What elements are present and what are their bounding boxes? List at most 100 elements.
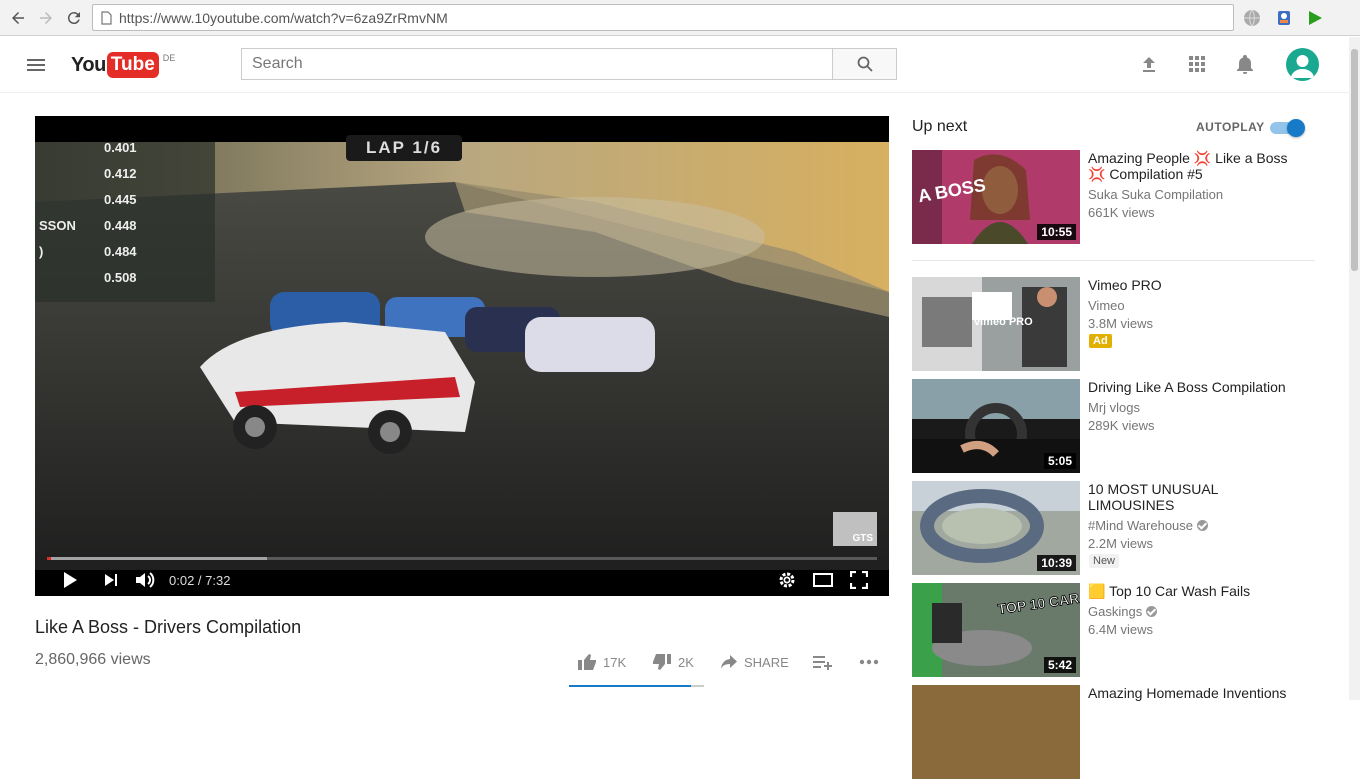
video-duration: 5:42 (1043, 657, 1076, 673)
next-video-icon[interactable] (99, 568, 123, 592)
video-title[interactable]: 10 MOST UNUSUAL LIMOUSINES (1088, 481, 1308, 513)
video-title: Like A Boss - Drivers Compilation (35, 617, 302, 637)
apps-grid-icon[interactable] (1185, 52, 1209, 76)
video-thumbnail[interactable]: A BOSS 10:55 (912, 150, 1080, 244)
share-button[interactable]: SHARE (720, 648, 789, 676)
upload-icon[interactable] (1137, 52, 1161, 76)
toggle-knob (1287, 119, 1305, 137)
channel-name: Vimeo (1088, 298, 1125, 313)
autoplay-toggle[interactable] (1270, 119, 1306, 137)
recommended-video[interactable]: vimeo PRO Vimeo PRO Vimeo 3.8M views Ad (912, 277, 1332, 373)
play-icon[interactable] (58, 568, 82, 592)
recommended-video[interactable]: 10:39 10 MOST UNUSUAL LIMOUSINES #Mind W… (912, 481, 1332, 577)
video-thumbnail[interactable]: 5:05 (912, 379, 1080, 473)
region-code: DE (162, 53, 176, 63)
video-duration: 5:05 (1043, 453, 1076, 469)
scrollbar-thumb[interactable] (1351, 49, 1358, 271)
channel-name: Gaskings (1088, 604, 1158, 619)
search-button[interactable] (832, 48, 897, 80)
video-title[interactable]: 🟨 Top 10 Car Wash Fails (1088, 583, 1308, 599)
gts-watermark: GTS (833, 512, 877, 546)
up-next-heading: Up next (912, 118, 968, 135)
video-duration: 10:55 (1037, 224, 1076, 240)
time-display: 0:02 / 7:32 (169, 573, 231, 588)
address-bar[interactable]: https://www.10youtube.com/watch?v=6za9Zr… (92, 4, 1234, 31)
view-count: 661K views (1088, 205, 1155, 220)
avatar[interactable] (1286, 48, 1319, 81)
dislike-button[interactable]: 2K (652, 648, 694, 676)
reload-icon[interactable] (62, 6, 86, 30)
recommended-video[interactable]: A BOSS 10:55 Amazing People 💢 Like a Bos… (912, 150, 1332, 246)
channel-name-text: Gaskings (1088, 604, 1143, 619)
recommended-video[interactable]: Amazing Homemade Inventions (912, 685, 1332, 781)
thumbnail-image: vimeo PRO (912, 277, 1080, 371)
gap-value: 0.445 (104, 192, 137, 207)
search-icon (857, 56, 873, 72)
player-controls: 0:02 / 7:32 (35, 564, 889, 596)
back-icon[interactable] (6, 6, 30, 30)
channel-name-text: #Mind Warehouse (1088, 518, 1194, 533)
timing-row: 0.445 (35, 192, 145, 218)
settings-gear-icon[interactable] (775, 568, 799, 592)
channel-name: #Mind Warehouse (1088, 518, 1209, 533)
gap-value: 0.448 (104, 218, 137, 233)
globe-icon[interactable] (1242, 8, 1262, 28)
gap-value: 0.412 (104, 166, 137, 181)
video-title[interactable]: Vimeo PRO (1088, 277, 1308, 293)
played-progress (47, 557, 51, 560)
theater-mode-icon[interactable] (811, 568, 835, 592)
forward-icon[interactable] (34, 6, 58, 30)
timing-row: 0.508 (35, 270, 145, 296)
share-label: SHARE (744, 654, 789, 670)
volume-icon[interactable] (134, 568, 158, 592)
url-text: https://www.10youtube.com/watch?v=6za9Zr… (119, 9, 448, 26)
new-badge: New (1089, 554, 1120, 568)
video-title[interactable]: Amazing Homemade Inventions (1088, 685, 1308, 701)
view-count: 2.2M views (1088, 536, 1154, 551)
recommended-video[interactable]: TOP 10 CAR WASH FAILS 5:42 🟨 Top 10 Car … (912, 583, 1332, 679)
video-title[interactable]: Amazing People 💢 Like a Boss 💢 Compilati… (1088, 150, 1308, 182)
thumbnail-text: vimeo PRO (974, 316, 1033, 328)
dislike-count: 2K (678, 654, 694, 670)
video-player[interactable]: LAP 1/6 0.401 0.412 0.445 SSON 0.448) 0.484 0.… (35, 116, 889, 596)
recommended-video[interactable]: 5:05 Driving Like A Boss Compilation Mrj… (912, 379, 1332, 475)
verified-check-icon (1197, 520, 1209, 531)
video-thumbnail[interactable]: TOP 10 CAR WASH FAILS 5:42 (912, 583, 1080, 677)
play-extension-icon[interactable] (1305, 8, 1325, 28)
extension-icon[interactable] (1274, 8, 1294, 28)
timing-tower: 0.401 0.412 0.445 SSON 0.448) 0.484 0.508 (35, 140, 145, 296)
seek-bar[interactable] (47, 557, 877, 560)
video-actions: 17K 2K SHARE (569, 648, 889, 678)
browser-toolbar: https://www.10youtube.com/watch?v=6za9Zr… (0, 0, 1360, 36)
video-duration: 10:39 (1037, 555, 1076, 571)
search-input[interactable] (252, 55, 833, 73)
thumbs-down-icon (653, 654, 671, 670)
timing-row: ) 0.484 (35, 244, 145, 270)
share-arrow-icon (721, 655, 737, 669)
notifications-bell-icon[interactable] (1233, 52, 1257, 76)
page-scrollbar[interactable] (1349, 37, 1360, 700)
youtube-logo[interactable]: You Tube DE (71, 52, 175, 78)
hamburger-menu-icon[interactable] (24, 53, 48, 77)
video-thumbnail[interactable] (912, 685, 1080, 779)
view-count: 2,860,966 views (35, 651, 151, 668)
autoplay-label: AUTOPLAY (1196, 120, 1265, 134)
video-title[interactable]: Driving Like A Boss Compilation (1088, 379, 1308, 395)
view-count: 3.8M views (1088, 316, 1154, 331)
add-to-playlist-icon[interactable] (812, 648, 838, 676)
thumbs-up-icon (578, 654, 596, 670)
lap-counter: LAP 1/6 (346, 135, 463, 161)
like-button[interactable]: 17K (577, 648, 626, 676)
gap-value: 0.484 (104, 244, 137, 259)
timing-row: 0.412 (35, 166, 145, 192)
video-thumbnail[interactable]: vimeo PRO (912, 277, 1080, 371)
channel-name: Suka Suka Compilation (1088, 187, 1224, 202)
ad-badge: Ad (1089, 334, 1112, 348)
video-thumbnail[interactable]: 10:39 (912, 481, 1080, 575)
verified-check-icon (1146, 606, 1158, 617)
youtube-header: You Tube DE (0, 37, 1360, 93)
timing-row: SSON 0.448 (35, 218, 145, 244)
fullscreen-icon[interactable] (847, 568, 871, 592)
like-ratio-fill (569, 685, 691, 687)
more-options-icon[interactable] (859, 648, 885, 676)
